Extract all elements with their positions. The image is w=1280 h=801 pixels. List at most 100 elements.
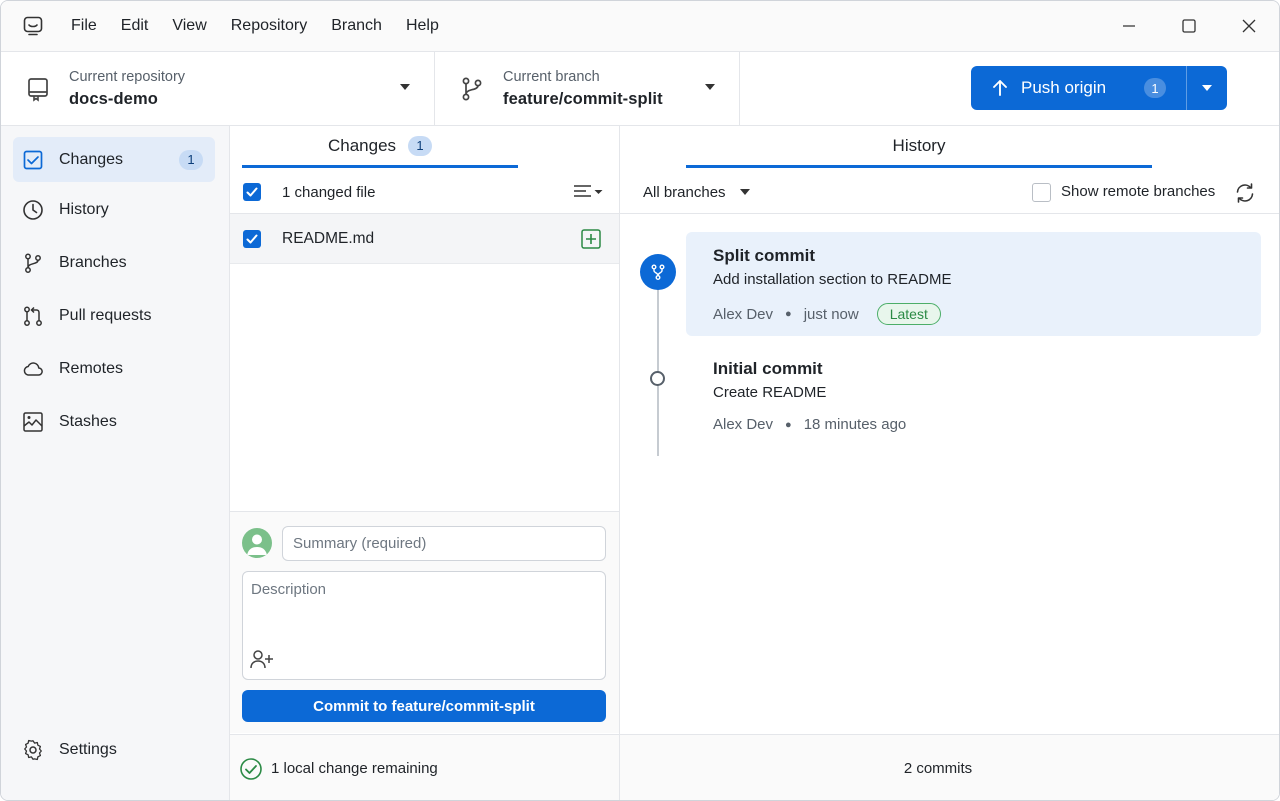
file-list-item[interactable]: README.md [230,214,619,264]
commit-time: just now [803,305,859,323]
sidebar: Changes 1 History Branches Pull requests [1,126,230,800]
refresh-icon[interactable] [1233,181,1257,205]
meta-separator: ● [785,308,792,320]
file-name: README.md [282,229,375,247]
window-controls [1099,1,1279,51]
checkmark-icon [246,234,258,243]
stash-icon [21,410,45,434]
push-origin-button[interactable]: Push origin 1 [971,66,1227,110]
branch-name: feature/commit-split [503,89,663,108]
commit-form: Commit to feature/commit-split [230,511,619,733]
commit-message: Create README [713,384,827,401]
chevron-down-icon [705,84,715,90]
local-change-status: 1 local change remaining [230,734,619,800]
maximize-icon [1182,19,1196,33]
add-coauthor-icon[interactable] [249,648,275,670]
menu-file[interactable]: File [59,1,109,51]
push-origin-main[interactable]: Push origin 1 [971,66,1186,110]
commit-author: Alex Dev [713,416,774,433]
history-panel: History All branches Show remote branche… [620,126,1279,800]
sidebar-item-label: Stashes [59,412,117,430]
close-button[interactable] [1219,1,1279,51]
repository-name: docs-demo [69,89,158,108]
changed-files-header: 1 changed file [230,171,619,214]
chevron-down-icon [1202,85,1212,91]
commit-node-icon [640,254,676,290]
menu-repository[interactable]: Repository [219,1,319,51]
sort-icon[interactable] [573,183,605,201]
description-box [242,571,606,680]
sidebar-item-pull-requests[interactable]: Pull requests [13,293,215,338]
sidebar-item-branches[interactable]: Branches [13,240,215,285]
checkmark-icon [246,187,258,197]
commit-node-icon [650,371,665,386]
branch-filter-label: All branches [643,183,726,201]
gear-icon [21,738,45,762]
sidebar-item-label: History [59,200,109,218]
commit-list-item[interactable]: Initial commit Create README Alex Dev ● … [686,345,1261,449]
commit-button[interactable]: Commit to feature/commit-split [242,690,606,722]
commit-title: Initial commit [713,359,823,378]
commit-time: 18 minutes ago [803,416,907,433]
repository-selector[interactable]: Current repository docs-demo [1,52,435,125]
minimize-button[interactable] [1099,1,1159,51]
local-change-label: 1 local change remaining [271,760,438,777]
toolbar: Current repository docs-demo Current bra… [1,51,1279,126]
menu-edit[interactable]: Edit [109,1,161,51]
summary-input[interactable] [282,526,606,561]
changed-files-count: 1 changed file [282,183,376,201]
branch-sublabel: Current branch [503,68,600,85]
sidebar-item-stashes[interactable]: Stashes [13,399,215,444]
sidebar-item-remotes[interactable]: Remotes [13,346,215,391]
select-all-checkbox[interactable] [243,183,261,201]
merge-icon [651,264,665,280]
menu-view[interactable]: View [160,1,218,51]
sidebar-item-history[interactable]: History [13,187,215,232]
commit-count: 2 commits [903,760,973,777]
commit-meta: Alex Dev ● just now Latest [713,303,941,325]
show-remote-checkbox[interactable] [1032,183,1051,202]
branch-selector[interactable]: Current branch feature/commit-split [435,52,740,125]
show-remote-label: Show remote branches [1061,183,1216,200]
arrow-up-icon [993,80,1007,96]
commit-list-item[interactable]: Split commit Add installation section to… [686,232,1261,336]
maximize-button[interactable] [1159,1,1219,51]
close-icon [1242,19,1256,33]
tab-changes[interactable]: Changes 1 [242,126,518,168]
sidebar-item-changes[interactable]: Changes 1 [13,137,215,182]
tab-history-label: History [892,135,946,155]
history-icon [21,198,45,222]
sidebar-item-label: Settings [59,740,117,758]
tab-history[interactable]: History [686,126,1152,168]
branch-filter-dropdown[interactable]: All branches [643,184,750,201]
push-origin-label: Push origin [1021,78,1107,97]
latest-badge: Latest [876,303,941,325]
changes-panel: Changes 1 1 changed file README.md Summa… [230,126,620,800]
sidebar-item-label: Branches [59,253,127,271]
changes-tab-badge: 1 [408,135,433,156]
commit-meta: Alex Dev ● 18 minutes ago [713,416,906,433]
branch-icon [455,72,489,106]
sidebar-item-label: Remotes [59,359,124,377]
push-count-badge: 1 [1144,78,1166,98]
title-bar: File Edit View Repository Branch Help [1,1,1279,51]
repository-icon [21,72,55,106]
commit-title: Split commit [713,246,816,265]
description-input[interactable] [243,572,605,642]
file-added-icon [581,229,601,249]
tab-changes-label: Changes [327,135,397,155]
history-filter-bar: All branches Show remote branches [620,171,1279,214]
avatar [242,528,272,558]
sidebar-item-settings[interactable]: Settings [13,727,215,772]
pull-request-icon [21,304,45,328]
meta-separator: ● [785,418,792,431]
file-checkbox[interactable] [243,229,261,248]
timeline-line [657,276,659,456]
push-dropdown-button[interactable] [1187,66,1227,110]
history-footer: 2 commits [620,734,1279,800]
menu-help[interactable]: Help [394,1,451,51]
chevron-down-icon [400,84,410,90]
menu-branch[interactable]: Branch [319,1,394,51]
repository-sublabel: Current repository [69,68,186,85]
sidebar-item-label: Pull requests [59,306,152,324]
